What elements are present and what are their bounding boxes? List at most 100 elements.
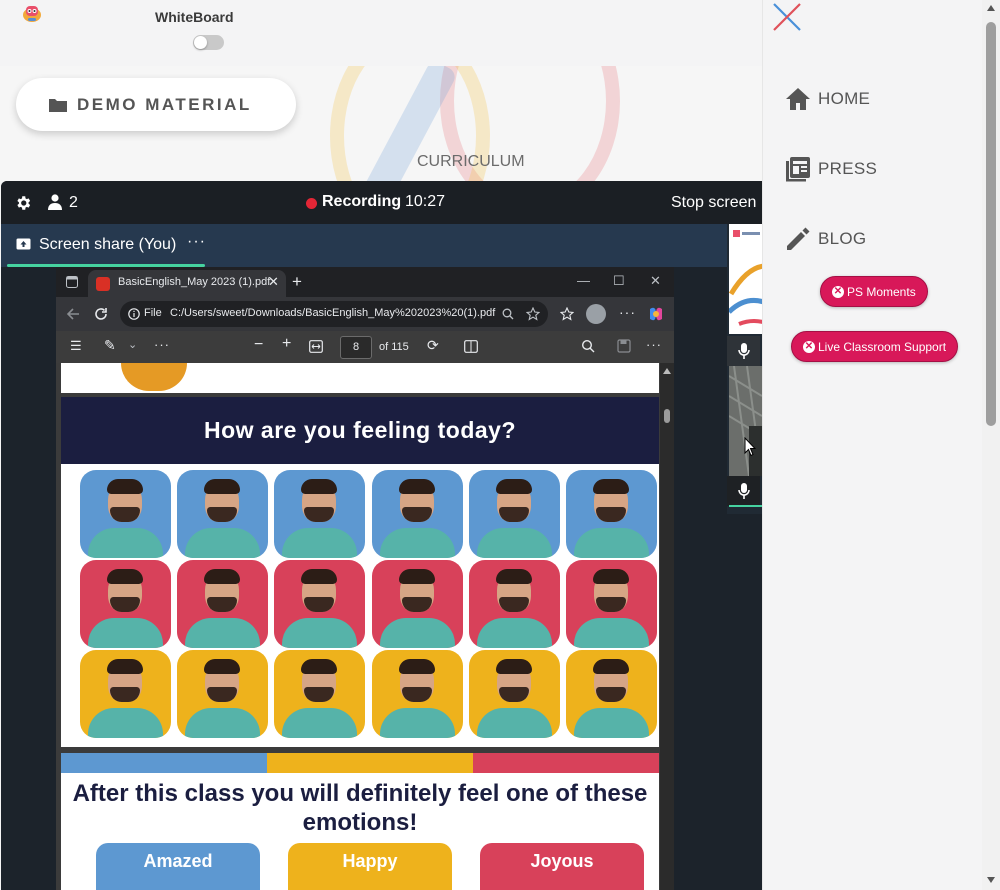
share-more-icon[interactable]: ··· <box>187 233 206 251</box>
meeting-toolbar: 2 Recording 10:27 Stop screen <box>1 181 762 224</box>
recording-dot-icon <box>306 198 317 209</box>
emotions-subheading: After this class you will definitely fee… <box>72 780 648 836</box>
rotate-icon[interactable]: ⟳ <box>427 337 439 354</box>
search-icon[interactable] <box>581 339 595 353</box>
photo-hair <box>398 569 435 584</box>
page-illustration <box>121 363 187 391</box>
draw-icon[interactable]: ✎ <box>104 337 116 354</box>
bookmark-star-icon[interactable] <box>526 307 540 321</box>
info-icon[interactable] <box>128 308 140 320</box>
participants-icon[interactable] <box>48 194 62 210</box>
fit-page-icon[interactable] <box>309 340 323 353</box>
photo-beard <box>110 597 140 612</box>
participant-video[interactable] <box>728 365 762 477</box>
mouse-cursor-icon <box>744 437 756 457</box>
whiteboard-toggle[interactable] <box>193 35 224 50</box>
pdf-more-icon[interactable]: ··· <box>646 337 662 352</box>
emotion-photo <box>371 650 463 738</box>
favorites-icon[interactable] <box>560 307 574 321</box>
photo-hair <box>398 659 435 674</box>
pdf-toolbar: ☰ ✎ ⌄ ··· − + 8 of 115 ⟳ ··· <box>56 331 674 363</box>
photo-hair <box>593 569 629 584</box>
pdf-viewer[interactable]: How are you feeling today? After this cl… <box>56 363 674 890</box>
photo-shirt <box>185 528 261 558</box>
close-menu-icon[interactable] <box>772 2 802 32</box>
page-number-input[interactable]: 8 <box>340 336 372 359</box>
photo-shirt <box>88 618 163 648</box>
maximize-icon[interactable]: ☐ <box>613 273 625 289</box>
address-input[interactable]: File C:/Users/sweet/Downloads/BasicEngli… <box>120 301 548 327</box>
photo-hair <box>107 659 143 674</box>
photo-shirt <box>185 618 261 648</box>
scroll-up-icon[interactable] <box>663 368 671 374</box>
photo-beard <box>596 507 626 522</box>
microphone-icon[interactable] <box>737 483 751 499</box>
close-tab-icon[interactable]: ✕ <box>268 274 279 290</box>
tab-screen-share[interactable]: Screen share (You) ··· <box>1 224 207 267</box>
pdf-scroll-thumb[interactable] <box>664 409 670 423</box>
draw-options-chevron-icon[interactable]: ⌄ <box>128 338 137 351</box>
photo-shirt <box>476 708 552 738</box>
emotion-photo <box>371 470 463 558</box>
page-scrollbar[interactable] <box>982 0 1000 890</box>
color-stripe <box>267 753 473 773</box>
scroll-up-icon[interactable] <box>987 5 995 11</box>
photo-beard <box>401 687 432 702</box>
thumbnail-logo-icon <box>729 230 762 326</box>
emotion-photo <box>80 560 171 648</box>
nav-blog[interactable]: BLOG <box>785 224 866 254</box>
live-classroom-support-label: Live Classroom Support <box>818 339 947 354</box>
nav-press[interactable]: PRESS <box>785 154 877 184</box>
photo-hair <box>398 479 435 494</box>
close-window-icon[interactable]: ✕ <box>650 273 661 289</box>
meeting-panel: 2 Recording 10:27 Stop screen Screen sha… <box>1 181 762 890</box>
profile-avatar[interactable] <box>586 304 606 324</box>
live-classroom-support-button[interactable]: ✕ Live Classroom Support <box>791 331 959 362</box>
zoom-in-icon[interactable]: + <box>282 335 291 353</box>
photo-beard <box>110 507 140 522</box>
reload-icon[interactable] <box>94 307 108 321</box>
copilot-icon[interactable] <box>647 305 665 323</box>
participant-thumbnails <box>727 224 762 514</box>
save-icon[interactable] <box>617 339 631 353</box>
minimize-icon[interactable]: — <box>577 273 590 288</box>
emotion-photo <box>177 560 269 648</box>
nav-press-label: PRESS <box>818 159 878 178</box>
photo-hair <box>301 479 338 494</box>
ps-moments-label: PS Moments <box>847 284 916 299</box>
photo-beard <box>207 687 238 702</box>
contents-icon[interactable]: ☰ <box>70 338 82 354</box>
microphone-icon[interactable] <box>737 343 751 359</box>
emotion-photo <box>566 470 657 558</box>
tab-actions-icon[interactable] <box>66 276 78 288</box>
photo-beard <box>207 597 238 612</box>
participant-video[interactable] <box>729 224 762 334</box>
scroll-down-icon[interactable] <box>987 877 995 883</box>
whiteboard-title: WhiteBoard <box>155 9 234 25</box>
settings-gear-icon[interactable] <box>14 194 32 212</box>
photo-shirt <box>574 528 649 558</box>
demo-material-button[interactable]: DEMO MATERIAL <box>16 78 296 131</box>
recording-timer: 10:27 <box>405 193 446 210</box>
pdf-file-icon <box>96 277 110 291</box>
zoom-icon[interactable] <box>502 308 514 320</box>
color-stripe <box>61 753 267 773</box>
browser-menu-icon[interactable]: ··· <box>619 304 636 320</box>
stop-screen-share-button[interactable]: Stop screen <box>671 194 756 212</box>
back-arrow-icon[interactable] <box>66 307 80 321</box>
photo-shirt <box>379 528 455 558</box>
browser-tab[interactable]: BasicEnglish_May 2023 (1).pdf ✕ <box>88 270 286 297</box>
photo-beard <box>401 507 432 522</box>
emotion-photo <box>468 470 560 558</box>
pdf-scrollbar[interactable] <box>660 363 674 890</box>
page-view-icon[interactable] <box>464 340 478 353</box>
emotion-photo <box>371 560 463 648</box>
ps-moments-button[interactable]: ✕ PS Moments <box>820 276 928 307</box>
more-tools-icon[interactable]: ··· <box>154 337 170 352</box>
nav-home[interactable]: HOME <box>785 84 870 114</box>
new-tab-icon[interactable]: + <box>292 272 302 292</box>
zoom-out-icon[interactable]: − <box>254 336 263 354</box>
demo-material-label: DEMO MATERIAL <box>77 94 252 114</box>
page-scroll-thumb[interactable] <box>986 22 996 426</box>
photo-hair <box>107 479 143 494</box>
